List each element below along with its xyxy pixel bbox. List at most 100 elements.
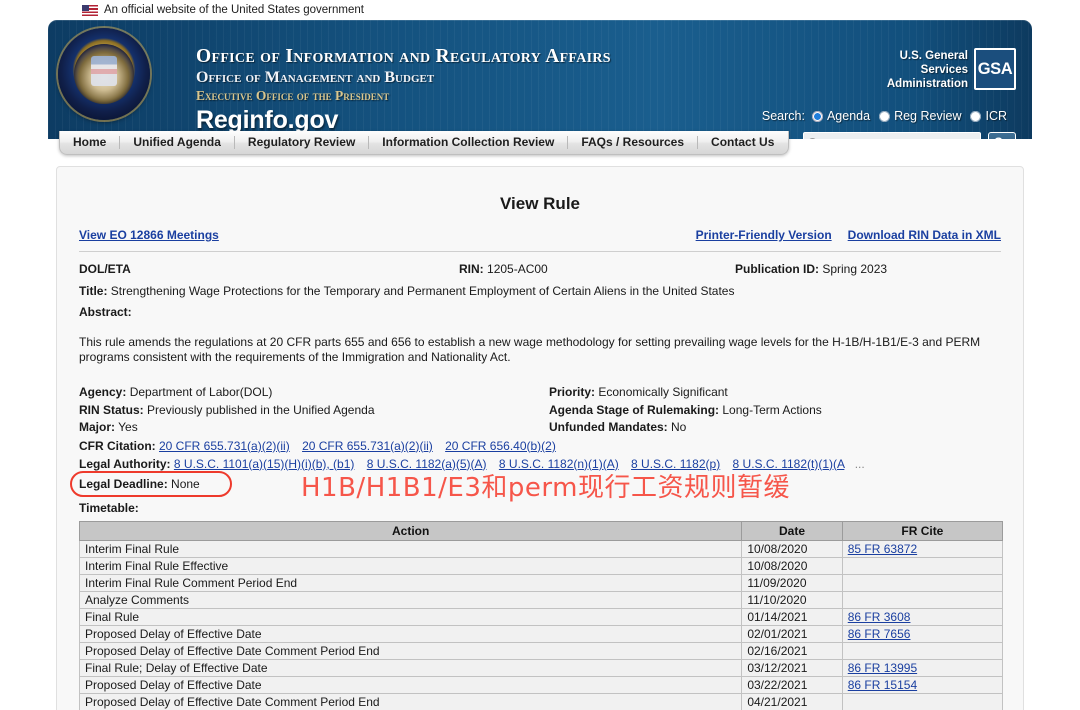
search-radio-reg-review[interactable]: Reg Review [879, 109, 961, 123]
agency-field: Agency: Department of Labor(DOL) [79, 385, 549, 400]
search-radio-agenda-label: Agenda [826, 109, 871, 123]
unfunded-mandates-field: Unfunded Mandates: No [549, 420, 1001, 435]
major-label: Major: [79, 420, 115, 434]
table-row: Final Rule; Delay of Effective Date 03/12… [78, 658, 1004, 677]
gsa-agency-text: U.S. General Services Administration [887, 48, 968, 91]
column-header-fr-cite: FR Cite [841, 520, 1004, 541]
page-title: View Rule [500, 194, 580, 213]
fr-cite-link[interactable]: 86 FR 3608 [848, 610, 911, 624]
us-flag-icon [82, 4, 98, 16]
search-go-button[interactable]: Go [988, 132, 1016, 139]
masthead-titles: Office of Information and Regulatory Aff… [196, 46, 611, 104]
priority-value: Economically Significant [598, 385, 728, 399]
search-radio-agenda[interactable]: Agenda [811, 109, 871, 123]
radio-icr-icon[interactable] [970, 110, 982, 122]
site-masthead: Office of Information and Regulatory Aff… [48, 20, 1032, 139]
cell-action: Proposed Delay of Effective Date [78, 675, 743, 694]
column-header-date: Date [741, 520, 843, 541]
page-root: An official website of the United States… [0, 0, 1080, 710]
fr-cite-link[interactable]: 86 FR 15154 [848, 678, 917, 692]
cfr-citation-link[interactable]: 20 CFR 656.40(b)(2) [445, 439, 556, 453]
cell-date: 03/12/2021 [741, 658, 843, 677]
nav-item-regulatory-review[interactable]: Regulatory Review [235, 136, 370, 149]
table-header-row: Action Date FR Cite [78, 520, 1004, 541]
radio-agenda-icon[interactable] [811, 110, 823, 122]
agenda-stage-field: Agenda Stage of Rulemaking: Long-Term Ac… [549, 403, 1001, 418]
publication-id-field: Publication ID: Spring 2023 [735, 262, 1001, 276]
nav-item-home[interactable]: Home [60, 136, 121, 149]
major-unfunded-row: Major: Yes Unfunded Mandates: No [79, 420, 1001, 435]
agency-code: DOL/ETA [79, 262, 131, 276]
fr-cite-link[interactable]: 85 FR 63872 [848, 542, 917, 556]
divider [79, 251, 1001, 252]
cell-action: Interim Final Rule Effective [78, 556, 743, 575]
cell-fr-cite: 85 FR 63872 [841, 539, 1004, 558]
masthead-line-oira: Office of Information and Regulatory Aff… [196, 46, 611, 67]
cell-action: Interim Final Rule Comment Period End [78, 573, 743, 592]
cell-date: 11/10/2020 [741, 590, 843, 609]
unfunded-mandates-label: Unfunded Mandates: [549, 420, 668, 434]
fr-cite-link[interactable]: 86 FR 7656 [848, 627, 911, 641]
masthead-line-eop: Executive Office of the President [196, 88, 390, 103]
rin-field: RIN: 1205-AC00 [459, 262, 735, 276]
cell-date: 02/01/2021 [741, 624, 843, 643]
table-row: Proposed Delay of Effective Date 03/22/20… [78, 675, 1004, 694]
search-input[interactable] [822, 134, 972, 139]
table-row: Proposed Delay of Effective Date Comment… [78, 692, 1004, 710]
priority-label: Priority: [549, 385, 596, 399]
fr-cite-link[interactable]: 86 FR 13995 [848, 661, 917, 675]
search-radio-reg-review-label: Reg Review [894, 109, 962, 123]
cell-fr-cite [841, 590, 1004, 609]
cell-action: Analyze Comments [78, 590, 743, 609]
cell-fr-cite [841, 692, 1004, 710]
nav-item-information-collection-review[interactable]: Information Collection Review [369, 136, 569, 149]
major-field: Major: Yes [79, 420, 549, 435]
cell-date: 10/08/2020 [741, 556, 843, 575]
legal-authority-more-indicator[interactable]: ... [855, 457, 865, 471]
table-row: Interim Final Rule 10/08/2020 85 FR 63872 [78, 539, 1004, 558]
view-eo-12866-meetings-link[interactable]: View EO 12866 Meetings [79, 228, 219, 242]
executive-office-seal-icon [58, 28, 150, 120]
rule-identity-row: DOL/ETA RIN: 1205-AC00 Publication ID: S… [79, 262, 1001, 276]
search-radio-icr[interactable]: ICR [970, 109, 1007, 123]
rule-title-value: Strengthening Wage Protections for the T… [110, 284, 735, 298]
rule-metadata: DOL/ETA RIN: 1205-AC00 Publication ID: S… [70, 262, 1001, 515]
cell-fr-cite [841, 641, 1004, 660]
agency-label: Agency: [79, 385, 127, 399]
masthead-line-omb: Office of Management and Budget [196, 69, 435, 86]
download-rin-xml-link[interactable]: Download RIN Data in XML [848, 228, 1001, 242]
rule-title-row: Title: Strengthening Wage Protections fo… [79, 284, 1001, 298]
content-card: View Rule View EO 12866 Meetings Printer… [56, 166, 1024, 710]
cell-date: 11/09/2020 [741, 573, 843, 592]
agency-value: Department of Labor(DOL) [129, 385, 273, 399]
table-row: Interim Final Rule Effective 10/08/2020 [78, 556, 1004, 575]
page-action-links: View EO 12866 Meetings Printer-Friendly … [79, 228, 1001, 242]
legal-deadline-value: None [171, 476, 200, 491]
cell-action: Proposed Delay of Effective Date Comment… [78, 641, 743, 660]
gsa-text-line-1: U.S. General [899, 50, 968, 62]
official-gov-banner-text: An official website of the United States… [104, 4, 364, 16]
rin-status-label: RIN Status: [79, 402, 144, 417]
cell-action: Proposed Delay of Effective Date [78, 624, 743, 643]
search-label: Search: [761, 109, 805, 123]
gsa-branding: U.S. General Services Administration GSA [887, 48, 1016, 91]
rin-value: 1205-AC00 [487, 262, 548, 276]
cell-action: Final Rule; Delay of Effective Date [78, 658, 743, 677]
nav-item-unified-agenda[interactable]: Unified Agenda [120, 136, 235, 149]
cell-fr-cite: 86 FR 15154 [841, 675, 1004, 694]
table-row: Interim Final Rule Comment Period End 11/… [78, 573, 1004, 592]
nav-item-contact-us[interactable]: Contact Us [698, 136, 787, 149]
priority-field: Priority: Economically Significant [549, 385, 1001, 400]
cfr-citation-link[interactable]: 20 CFR 655.731(a)(2)(ii) [159, 439, 290, 453]
printer-friendly-version-link[interactable]: Printer-Friendly Version [696, 228, 832, 242]
gsa-logo-icon: GSA [974, 48, 1016, 90]
rule-detail-block: Agency: Department of Labor(DOL) Priorit… [70, 385, 1001, 515]
radio-reg-review-icon[interactable] [879, 110, 891, 122]
cell-date: 01/14/2021 [741, 607, 843, 626]
cell-date: 04/21/2021 [741, 692, 843, 710]
nav-item-faqs-resources[interactable]: FAQs / Resources [568, 136, 699, 149]
rule-title-label: Title: [79, 284, 108, 298]
legal-deadline-label: Legal Deadline: [79, 476, 168, 491]
cfr-citation-link[interactable]: 20 CFR 655.731(a)(2)(ii) [302, 439, 433, 453]
search-input-wrapper[interactable] [803, 132, 981, 139]
